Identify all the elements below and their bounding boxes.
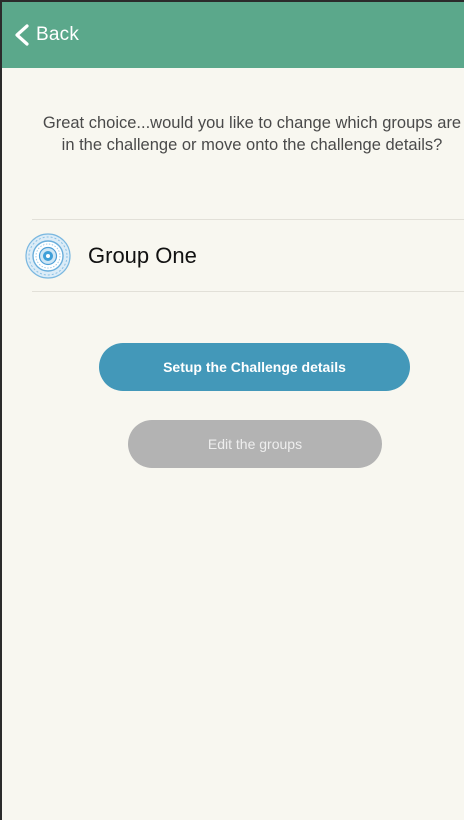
group-mandala-icon (25, 233, 71, 279)
group-list-item[interactable]: Group One (24, 228, 464, 284)
back-label: Back (36, 24, 80, 45)
nav-bar: Back (2, 2, 464, 68)
divider (32, 219, 464, 220)
edit-groups-button[interactable]: Edit the groups (128, 420, 382, 468)
group-name: Group One (88, 243, 197, 268)
back-button[interactable]: Back (12, 24, 79, 46)
chevron-left-icon (15, 24, 29, 46)
prompt-text: Great choice...would you like to change … (42, 114, 462, 154)
divider (32, 291, 464, 292)
app-screen: Back Great choice...would you like to ch… (0, 0, 464, 820)
setup-challenge-details-button[interactable]: Setup the Challenge details (99, 343, 410, 391)
